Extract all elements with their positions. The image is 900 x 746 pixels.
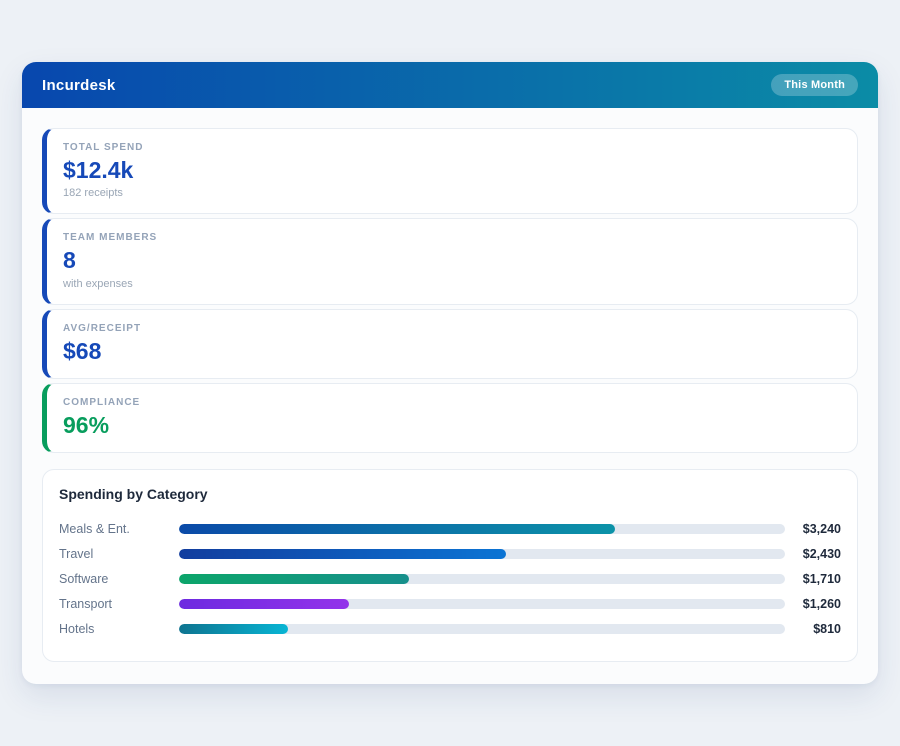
period-badge[interactable]: This Month [771, 74, 858, 96]
stat-value: $68 [63, 339, 841, 364]
stat-label: COMPLIANCE [63, 397, 841, 408]
stat-value: $12.4k [63, 158, 841, 183]
chart-row-travel: Travel $2,430 [59, 541, 841, 566]
app-title: Incurdesk [42, 77, 116, 94]
chart-row-meals: Meals & Ent. $3,240 [59, 516, 841, 541]
category-label: Transport [59, 597, 179, 611]
dashboard-content: TOTAL SPEND $12.4k 182 receipts TEAM MEM… [22, 108, 878, 684]
category-value: $810 [785, 622, 841, 636]
stat-value: 96% [63, 413, 841, 438]
category-label: Software [59, 572, 179, 586]
stat-card-compliance: COMPLIANCE 96% [42, 383, 858, 453]
stat-card-avg-receipt: AVG/RECEIPT $68 [42, 309, 858, 379]
stat-label: AVG/RECEIPT [63, 323, 841, 334]
bar-fill-transport [179, 599, 349, 609]
bar-fill-travel [179, 549, 506, 559]
category-value: $1,260 [785, 597, 841, 611]
category-value: $3,240 [785, 522, 841, 536]
stat-subtitle: with expenses [63, 278, 841, 290]
bar-track [179, 599, 785, 609]
stat-value: 8 [63, 248, 841, 273]
chart-title: Spending by Category [59, 486, 841, 502]
chart-row-hotels: Hotels $810 [59, 616, 841, 641]
bar-fill-software [179, 574, 409, 584]
category-label: Travel [59, 547, 179, 561]
bar-track [179, 574, 785, 584]
category-value: $2,430 [785, 547, 841, 561]
bar-track [179, 549, 785, 559]
stat-card-team-members: TEAM MEMBERS 8 with expenses [42, 218, 858, 304]
category-value: $1,710 [785, 572, 841, 586]
stat-subtitle: 182 receipts [63, 187, 841, 199]
category-label: Meals & Ent. [59, 522, 179, 536]
bar-fill-meals [179, 524, 615, 534]
chart-row-transport: Transport $1,260 [59, 591, 841, 616]
chart-row-software: Software $1,710 [59, 566, 841, 591]
dashboard-panel: Incurdesk This Month TOTAL SPEND $12.4k … [22, 62, 878, 684]
bar-track [179, 524, 785, 534]
stat-label: TEAM MEMBERS [63, 232, 841, 243]
stat-label: TOTAL SPEND [63, 142, 841, 153]
category-label: Hotels [59, 622, 179, 636]
bar-track [179, 624, 785, 634]
bar-fill-hotels [179, 624, 288, 634]
spending-chart-card: Spending by Category Meals & Ent. $3,240… [42, 469, 858, 662]
stat-card-total-spend: TOTAL SPEND $12.4k 182 receipts [42, 128, 858, 214]
app-header: Incurdesk This Month [22, 62, 878, 108]
